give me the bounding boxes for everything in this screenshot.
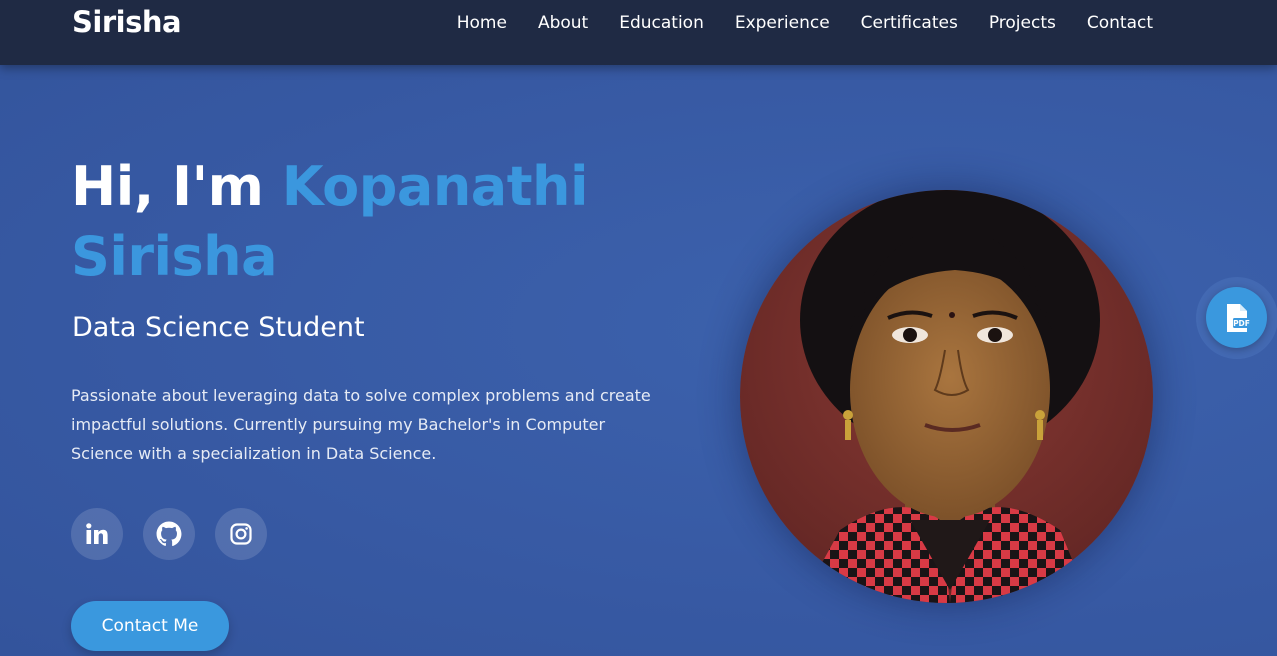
linkedin-link[interactable] bbox=[71, 508, 123, 560]
linkedin-icon bbox=[86, 523, 108, 544]
hero-title: Hi, I'm Kopanathi Sirisha bbox=[71, 152, 631, 292]
pdf-icon-label: PDF bbox=[1233, 319, 1250, 328]
nav-link-home[interactable]: Home bbox=[457, 13, 507, 33]
hero-description: Passionate about leveraging data to solv… bbox=[71, 386, 651, 463]
github-link[interactable] bbox=[143, 508, 195, 560]
hero-section: Sirisha Home About Education Experience … bbox=[0, 0, 1277, 656]
instagram-link[interactable] bbox=[215, 508, 267, 560]
nav-link-certificates[interactable]: Certificates bbox=[861, 13, 958, 33]
contact-me-button[interactable]: Contact Me bbox=[71, 601, 229, 651]
github-icon bbox=[156, 521, 182, 547]
nav-link-education[interactable]: Education bbox=[619, 13, 704, 33]
nav-links: Home About Education Experience Certific… bbox=[426, 13, 1153, 33]
hero-greeting: Hi, I'm bbox=[71, 155, 264, 218]
pdf-icon: PDF bbox=[1226, 303, 1250, 332]
nav-link-projects[interactable]: Projects bbox=[989, 13, 1056, 33]
profile-photo-image bbox=[740, 190, 1153, 603]
profile-photo bbox=[740, 190, 1153, 603]
brand-logo[interactable]: Sirisha bbox=[72, 5, 182, 39]
navbar: Sirisha Home About Education Experience … bbox=[0, 0, 1277, 65]
nav-link-contact[interactable]: Contact bbox=[1087, 13, 1153, 33]
nav-link-experience[interactable]: Experience bbox=[735, 13, 830, 33]
nav-link-about[interactable]: About bbox=[538, 13, 588, 33]
resume-download-button[interactable]: PDF bbox=[1206, 287, 1267, 348]
hero-subtitle: Data Science Student bbox=[72, 312, 365, 343]
instagram-icon bbox=[230, 523, 252, 545]
social-links bbox=[71, 508, 267, 560]
